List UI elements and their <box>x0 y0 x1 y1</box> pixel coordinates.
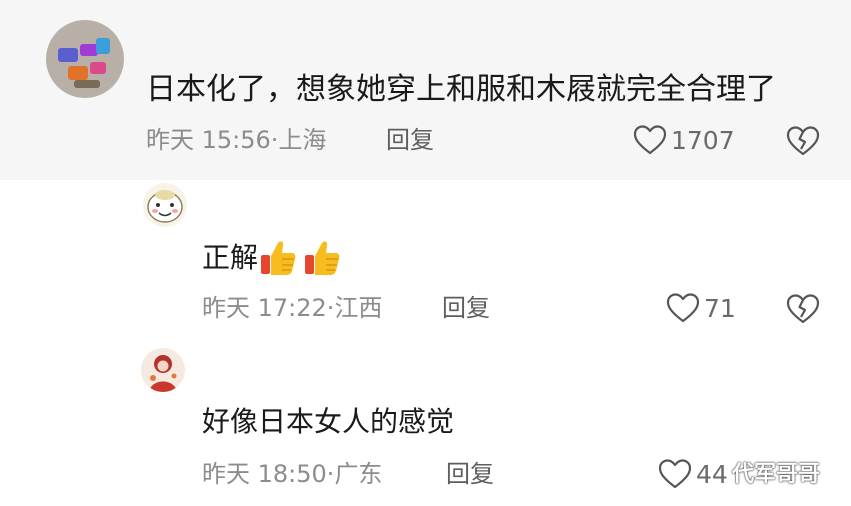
avatar[interactable] <box>141 348 185 392</box>
comment-meta: 昨天 15:56·上海 <box>146 128 326 152</box>
comment-time: 昨天 18:50 <box>202 460 327 488</box>
comment-location: 广东 <box>334 460 383 488</box>
dislike-button[interactable] <box>786 125 820 157</box>
comment-meta: 昨天 17:22·江西 <box>202 296 382 320</box>
avatar[interactable] <box>143 183 187 227</box>
avatar[interactable] <box>46 20 124 98</box>
red-illustration-avatar-icon <box>141 348 185 392</box>
heart-icon <box>666 293 700 323</box>
comment-meta: 昨天 18:50·广东 <box>202 462 382 486</box>
broken-heart-icon <box>786 126 820 156</box>
like-button[interactable]: 1707 <box>633 124 735 156</box>
reply-button[interactable]: 回复 <box>442 296 490 320</box>
comment-text: 好像日本女人的感觉 <box>202 405 455 438</box>
comment-location: 上海 <box>278 126 327 154</box>
like-count: 1707 <box>671 125 735 155</box>
heart-icon <box>633 125 667 155</box>
comment-text: 正解 <box>202 241 259 274</box>
broken-heart-icon <box>786 294 820 324</box>
heart-icon <box>658 459 692 489</box>
dislike-button[interactable] <box>786 293 820 325</box>
comment-time: 昨天 17:22 <box>202 294 327 322</box>
reply-button[interactable]: 回复 <box>446 462 494 486</box>
reply-button[interactable]: 回复 <box>386 128 434 152</box>
thumbs-up-icon <box>302 238 342 278</box>
colorful-items-photo-avatar-icon <box>46 20 124 98</box>
like-count: 44 <box>696 459 728 489</box>
like-button[interactable]: 44 <box>658 458 728 490</box>
comment-text-row: 正解 <box>202 238 342 278</box>
like-count: 71 <box>704 293 736 323</box>
like-button[interactable]: 71 <box>666 292 736 324</box>
watermark-text: 代军哥哥 <box>732 462 821 487</box>
comment-text: 日本化了，想象她穿上和服和木屐就完全合理了 <box>146 72 776 107</box>
cartoon-face-avatar-icon <box>143 183 187 227</box>
comment-time: 昨天 15:56 <box>146 126 271 154</box>
comment-location: 江西 <box>334 294 383 322</box>
thumbs-up-icon <box>258 238 298 278</box>
